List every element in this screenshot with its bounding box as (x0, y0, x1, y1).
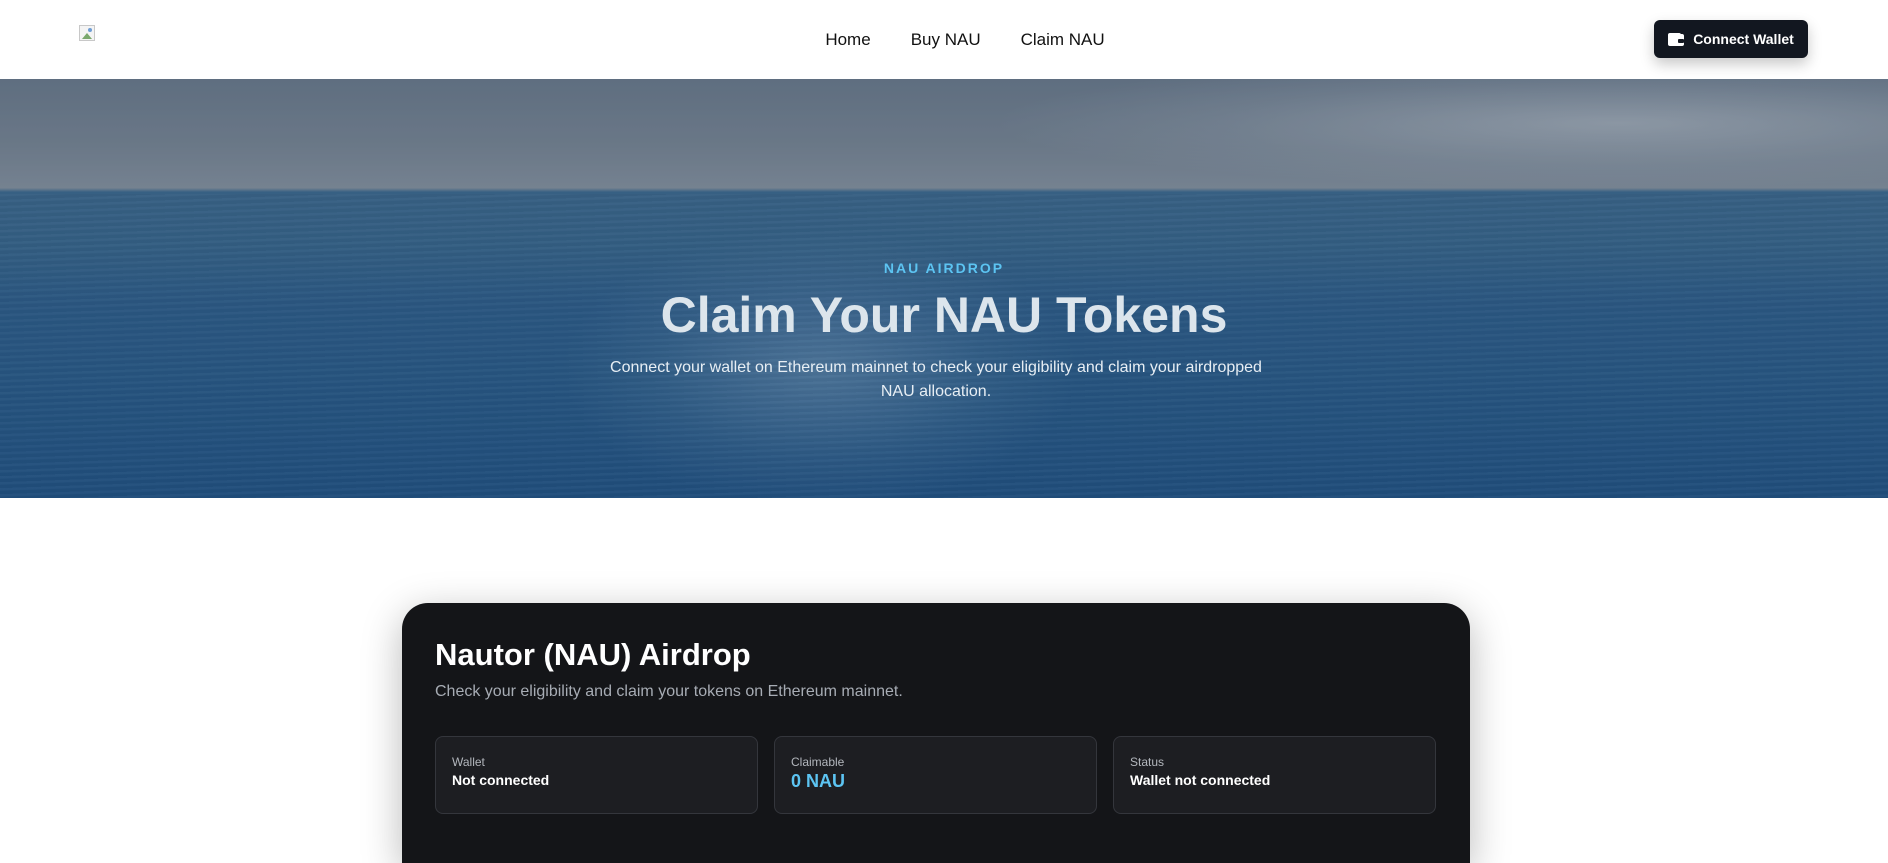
nav-links: Home Buy NAU Claim NAU (0, 0, 1888, 79)
nav-link-claim-nau[interactable]: Claim NAU (1021, 30, 1105, 50)
airdrop-card: Nautor (NAU) Airdrop Check your eligibil… (402, 603, 1470, 863)
connect-wallet-button[interactable]: Connect Wallet (1654, 20, 1808, 58)
hero-eyebrow: NAU AIRDROP (883, 260, 1005, 276)
stat-claimable-label: Claimable (791, 755, 845, 769)
hero-subtitle: Connect your wallet on Ethereum mainnet … (610, 359, 1262, 400)
connect-wallet-label: Connect Wallet (1693, 31, 1794, 47)
card-subtitle: Check your eligibility and claim your to… (435, 683, 903, 700)
stat-status-label: Status (1130, 755, 1165, 769)
nav-link-home[interactable]: Home (825, 30, 870, 50)
navbar: Home Buy NAU Claim NAU Connect Wallet (0, 0, 1888, 79)
stat-claimable-value: 0 NAU (791, 771, 846, 791)
wallet-icon (1668, 32, 1685, 46)
card-title: Nautor (NAU) Airdrop (435, 637, 751, 672)
stat-wallet-label: Wallet (452, 755, 485, 769)
stat-wallet: Wallet Not connected (435, 736, 758, 814)
stat-status: Status Wallet not connected (1113, 736, 1436, 814)
stat-claimable: Claimable 0 NAU (774, 736, 1097, 814)
nav-link-buy-nau[interactable]: Buy NAU (911, 30, 981, 50)
stat-wallet-value: Not connected (452, 772, 550, 788)
hero-title: Claim Your NAU Tokens (660, 287, 1228, 343)
stat-status-value: Wallet not connected (1130, 772, 1271, 788)
